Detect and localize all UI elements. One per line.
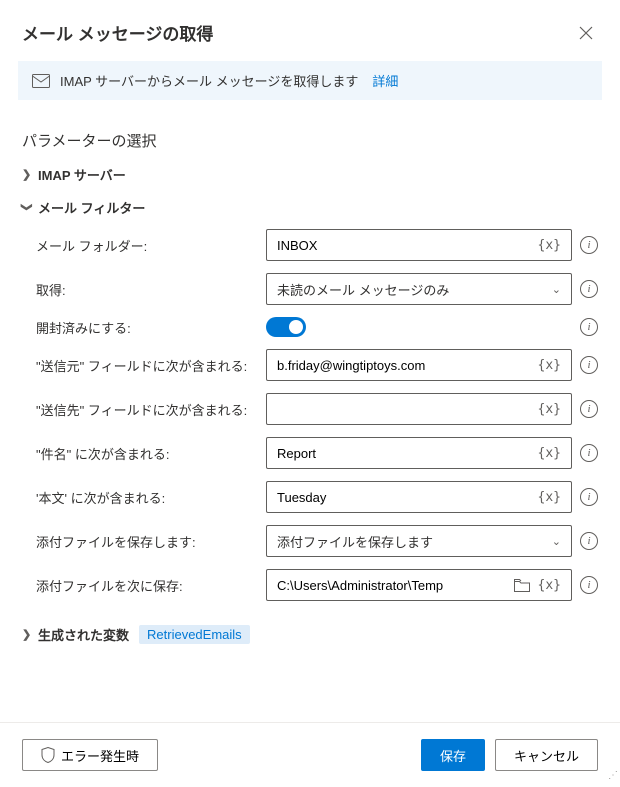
save-to-input[interactable]: {x} (266, 569, 572, 601)
info-icon[interactable]: i (580, 488, 598, 506)
info-text: IMAP サーバーからメール メッセージを取得します (60, 71, 358, 90)
group-label: 生成された変数 (38, 625, 129, 644)
info-bar: IMAP サーバーからメール メッセージを取得します 詳細 (18, 61, 602, 100)
subject-field[interactable] (277, 438, 534, 468)
label-mark-read: 開封済みにする: (36, 318, 266, 337)
subject-input[interactable]: {x} (266, 437, 572, 469)
folder-browse-icon[interactable] (510, 579, 534, 592)
close-button[interactable] (574, 21, 598, 45)
close-icon (579, 26, 593, 40)
generated-variable-link[interactable]: RetrievedEmails (139, 625, 250, 644)
group-generated-vars[interactable]: ❯ 生成された変数 (22, 625, 129, 644)
retrieve-value: 未読のメール メッセージのみ (277, 280, 449, 299)
label-subject: "件名" に次が含まれる: (36, 444, 266, 463)
on-error-button[interactable]: エラー発生時 (22, 739, 158, 771)
section-title: パラメーターの選択 (22, 130, 598, 151)
info-icon[interactable]: i (580, 236, 598, 254)
label-to: "送信先" フィールドに次が含まれる: (36, 400, 266, 419)
mail-folder-input[interactable]: {x} (266, 229, 572, 261)
save-button[interactable]: 保存 (421, 739, 485, 771)
chevron-down-icon: ⌄ (552, 283, 561, 296)
variable-icon[interactable]: {x} (534, 578, 565, 593)
to-input[interactable]: {x} (266, 393, 572, 425)
mark-read-toggle[interactable] (266, 317, 306, 337)
label-body: '本文' に次が含まれる: (36, 488, 266, 507)
label-save-attachments: 添付ファイルを保存します: (36, 532, 266, 551)
variable-icon[interactable]: {x} (534, 490, 565, 505)
mail-icon (32, 74, 50, 88)
save-to-field[interactable] (277, 570, 510, 600)
dialog-title: メール メッセージの取得 (22, 20, 213, 45)
info-icon[interactable]: i (580, 400, 598, 418)
retrieve-select[interactable]: 未読のメール メッセージのみ ⌄ (266, 273, 572, 305)
chevron-right-icon: ❯ (22, 628, 32, 641)
content-area: パラメーターの選択 ❯ IMAP サーバー ❯ メール フィルター メール フォ… (0, 100, 620, 715)
chevron-down-icon: ❯ (21, 203, 34, 213)
footer: エラー発生時 保存 キャンセル (0, 722, 620, 787)
variable-icon[interactable]: {x} (534, 402, 565, 417)
label-retrieve: 取得: (36, 280, 266, 299)
mail-folder-field[interactable] (277, 230, 534, 260)
details-link[interactable]: 詳細 (372, 71, 398, 90)
info-icon[interactable]: i (580, 280, 598, 298)
shield-icon (41, 747, 55, 763)
chevron-right-icon: ❯ (22, 168, 32, 181)
from-input[interactable]: {x} (266, 349, 572, 381)
label-save-to: 添付ファイルを次に保存: (36, 576, 266, 595)
save-attachments-select[interactable]: 添付ファイルを保存します ⌄ (266, 525, 572, 557)
group-imap-server[interactable]: ❯ IMAP サーバー (22, 165, 598, 184)
body-field[interactable] (277, 482, 534, 512)
variable-icon[interactable]: {x} (534, 446, 565, 461)
group-label: メール フィルター (38, 198, 145, 217)
chevron-down-icon: ⌄ (552, 535, 561, 548)
label-mail-folder: メール フォルダー: (36, 236, 266, 255)
info-icon[interactable]: i (580, 356, 598, 374)
variable-icon[interactable]: {x} (534, 238, 565, 253)
info-icon[interactable]: i (580, 444, 598, 462)
group-mail-filter[interactable]: ❯ メール フィルター (22, 198, 598, 217)
info-icon[interactable]: i (580, 532, 598, 550)
cancel-button[interactable]: キャンセル (495, 739, 598, 771)
group-label: IMAP サーバー (38, 165, 126, 184)
body-input[interactable]: {x} (266, 481, 572, 513)
on-error-label: エラー発生時 (61, 746, 139, 765)
to-field[interactable] (277, 394, 534, 424)
info-icon[interactable]: i (580, 318, 598, 336)
variable-icon[interactable]: {x} (534, 358, 565, 373)
save-attachments-value: 添付ファイルを保存します (277, 532, 433, 551)
label-from: "送信元" フィールドに次が含まれる: (36, 356, 266, 375)
from-field[interactable] (277, 350, 534, 380)
info-icon[interactable]: i (580, 576, 598, 594)
